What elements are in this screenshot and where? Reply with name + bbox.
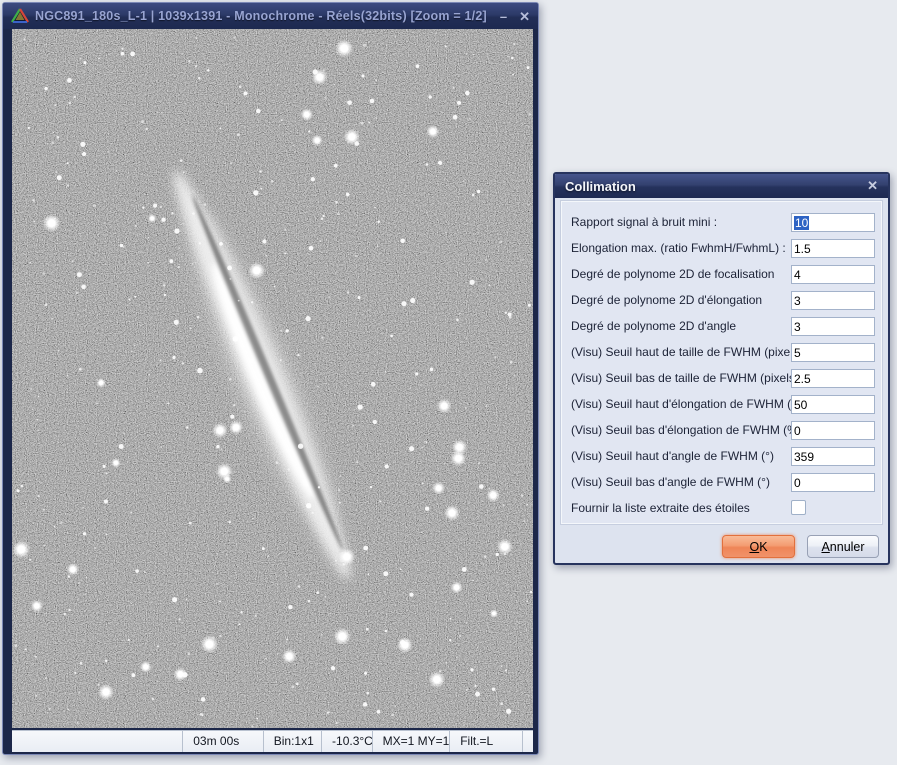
- image-window: NGC891_180s_L-1 | 1039x1391 - Monochrome…: [2, 2, 539, 755]
- field-input[interactable]: 5: [791, 343, 875, 362]
- checkbox-label: Fournir la liste extraite des étoiles: [571, 498, 750, 518]
- field-label: Elongation max. (ratio FwhmH/FwhmL) :: [571, 239, 786, 258]
- field-row: (Visu) Seuil bas de taille de FWHM (pixe…: [561, 369, 882, 388]
- field-input[interactable]: 3: [791, 291, 875, 310]
- field-label: (Visu) Seuil bas d'élongation de FWHM (%…: [571, 421, 802, 440]
- field-row: Degré de polynome 2D de focalisation 4: [561, 265, 882, 284]
- checkbox-row: Fournir la liste extraite des étoiles: [561, 498, 882, 518]
- field-row: (Visu) Seuil haut d'angle de FWHM (°) 359: [561, 447, 882, 466]
- astro-image-canvas[interactable]: [12, 29, 533, 728]
- minimize-icon[interactable]: –: [500, 10, 507, 23]
- field-row: (Visu) Seuil haut de taille de FWHM (pix…: [561, 343, 882, 362]
- field-row: Elongation max. (ratio FwhmH/FwhmL) : 1.5: [561, 239, 882, 258]
- cancel-button[interactable]: Annuler: [807, 535, 879, 558]
- dialog-title: Collimation: [565, 179, 636, 194]
- field-row: Rapport signal à bruit mini : 10: [561, 213, 882, 232]
- field-label: (Visu) Seuil bas d'angle de FWHM (°): [571, 473, 770, 492]
- dialog-close-icon[interactable]: ✕: [867, 178, 878, 194]
- field-input[interactable]: 10: [791, 213, 875, 232]
- field-label: Degré de polynome 2D d'élongation: [571, 291, 762, 310]
- field-input[interactable]: 3: [791, 317, 875, 336]
- image-window-titlebar[interactable]: NGC891_180s_L-1 | 1039x1391 - Monochrome…: [3, 3, 538, 29]
- prism-app-icon: [11, 8, 29, 24]
- field-input[interactable]: 4: [791, 265, 875, 284]
- field-label: (Visu) Seuil bas de taille de FWHM (pixe…: [571, 369, 799, 388]
- status-cell: MX=1 MY=1: [373, 731, 451, 752]
- ok-button-label: OK: [749, 540, 767, 554]
- status-cell: [12, 731, 183, 752]
- status-cell: 03m 00s: [183, 731, 264, 752]
- field-input[interactable]: 0: [791, 473, 875, 492]
- status-cell: Filt.=L: [450, 731, 523, 752]
- ok-button[interactable]: OK: [722, 535, 795, 558]
- field-label: Degré de polynome 2D d'angle: [571, 317, 736, 336]
- field-label: (Visu) Seuil haut de taille de FWHM (pix…: [571, 343, 803, 362]
- image-statusbar: 03m 00sBin:1x1-10.3°CMX=1 MY=1Filt.=L: [12, 730, 533, 752]
- image-window-title: NGC891_180s_L-1 | 1039x1391 - Monochrome…: [35, 9, 487, 23]
- field-input[interactable]: 0: [791, 421, 875, 440]
- field-row: (Visu) Seuil bas d'angle de FWHM (°) 0: [561, 473, 882, 492]
- field-row: Degré de polynome 2D d'élongation 3: [561, 291, 882, 310]
- close-icon[interactable]: ✕: [519, 10, 530, 23]
- status-cell: -10.3°C: [322, 731, 373, 752]
- field-input[interactable]: 2.5: [791, 369, 875, 388]
- field-row: Degré de polynome 2D d'angle 3: [561, 317, 882, 336]
- field-input[interactable]: 359: [791, 447, 875, 466]
- dialog-fields-panel: Fournir la liste extraite des étoiles Ra…: [560, 200, 883, 525]
- field-label: Rapport signal à bruit mini :: [571, 213, 717, 232]
- field-input[interactable]: 50: [791, 395, 875, 414]
- galaxy-image: [12, 29, 533, 728]
- star-list-checkbox[interactable]: [791, 500, 806, 515]
- field-input[interactable]: 1.5: [791, 239, 875, 258]
- status-cell: [523, 731, 533, 752]
- status-cell: Bin:1x1: [264, 731, 322, 752]
- dialog-titlebar[interactable]: Collimation ✕: [555, 174, 888, 198]
- field-row: (Visu) Seuil bas d'élongation de FWHM (%…: [561, 421, 882, 440]
- collimation-dialog: Collimation ✕ Fournir la liste extraite …: [553, 172, 890, 565]
- field-label: (Visu) Seuil haut d'élongation de FWHM (…: [571, 395, 806, 414]
- field-label: Degré de polynome 2D de focalisation: [571, 265, 774, 284]
- field-row: (Visu) Seuil haut d'élongation de FWHM (…: [561, 395, 882, 414]
- field-label: (Visu) Seuil haut d'angle de FWHM (°): [571, 447, 774, 466]
- cancel-button-label: Annuler: [821, 540, 864, 554]
